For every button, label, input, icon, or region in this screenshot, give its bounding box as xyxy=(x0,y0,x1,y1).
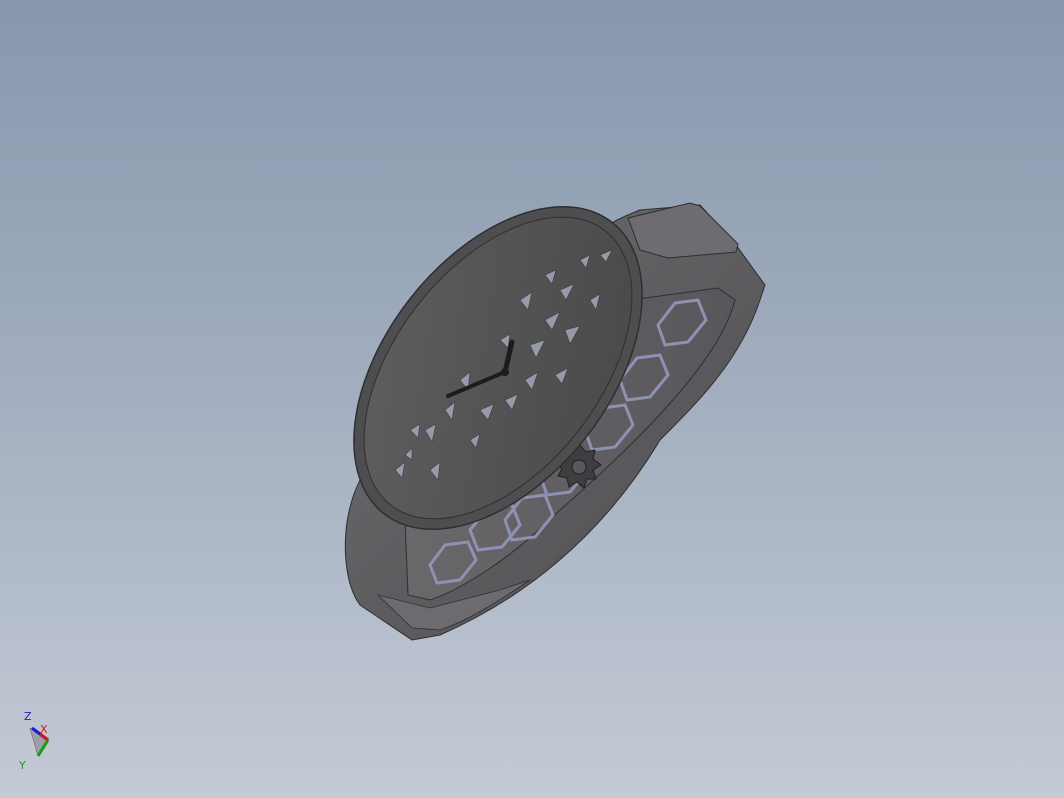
triad-z-label: Z xyxy=(24,710,32,723)
coordinate-triad: Z X Y xyxy=(18,706,68,776)
triad-x-label: X xyxy=(40,723,48,736)
triad-y-label: Y xyxy=(19,759,26,772)
graphics-viewport[interactable]: Z X Y xyxy=(0,0,1064,798)
watch-model[interactable] xyxy=(0,0,1064,798)
